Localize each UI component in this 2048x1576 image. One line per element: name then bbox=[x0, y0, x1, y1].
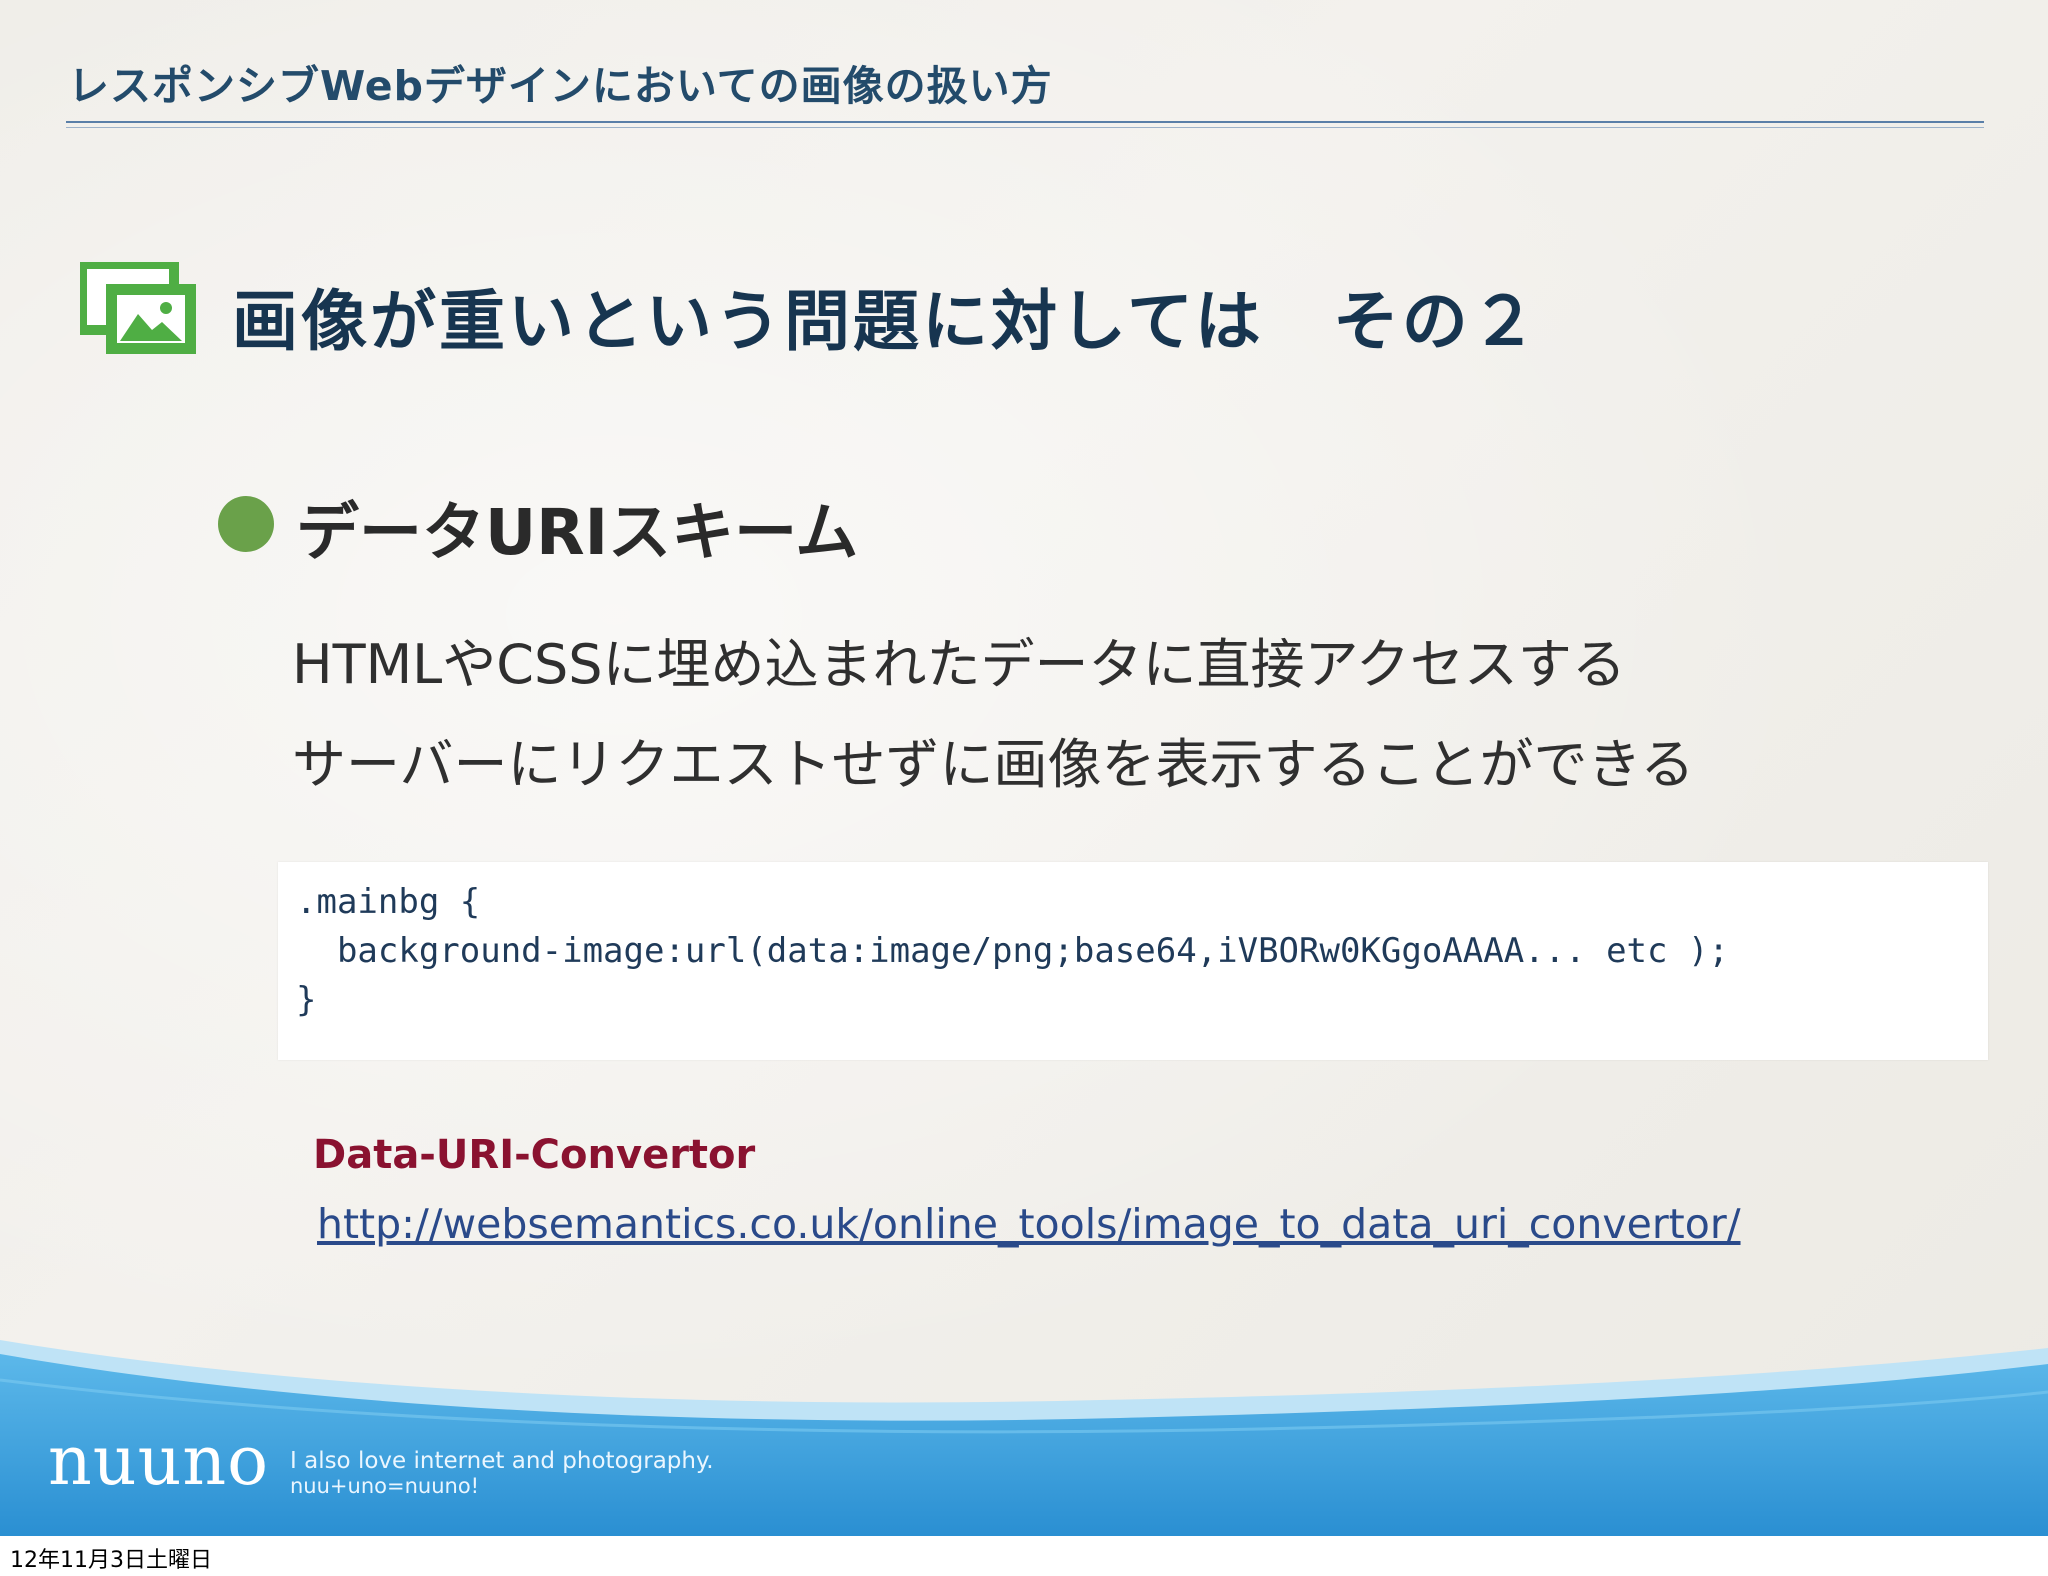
header-title: レスポンシブWebデザインにおいての画像の扱い方 bbox=[68, 62, 1053, 110]
image-gallery-icon bbox=[80, 262, 196, 354]
bullet-heading: データURIスキーム bbox=[296, 496, 859, 569]
body-text-line: HTMLやCSSに埋め込まれたデータに直接アクセスする bbox=[292, 633, 1626, 696]
brand-tagline: I also love internet and photography. bbox=[290, 1448, 714, 1474]
date-stamp: 12年11月3日土曜日 bbox=[10, 1548, 212, 1573]
code-block: .mainbg { background-image:url(data:imag… bbox=[278, 862, 1988, 1060]
slide: レスポンシブWebデザインにおいての画像の扱い方 画像が重いという問題に対しては… bbox=[0, 0, 2048, 1536]
brand-subtagline: nuu+uno=nuuno! bbox=[290, 1474, 480, 1498]
code-line: background-image:url(data:image/png;base… bbox=[296, 931, 1729, 971]
converter-link[interactable]: http://websemantics.co.uk/online_tools/i… bbox=[317, 1200, 1741, 1248]
link-title: Data-URI-Convertor bbox=[313, 1132, 756, 1178]
header-rule bbox=[66, 121, 1984, 123]
header-rule-thin bbox=[66, 127, 1984, 128]
slide-heading: 画像が重いという問題に対しては その２ bbox=[232, 283, 1540, 360]
body-text-line: サーバーにリクエストせずに画像を表示することができる bbox=[292, 733, 1695, 796]
code-line: } bbox=[296, 980, 317, 1020]
code-line: .mainbg { bbox=[296, 882, 481, 922]
footer-wave bbox=[0, 1340, 2048, 1536]
brand-logo: nuuno bbox=[48, 1422, 270, 1501]
bullet-dot-icon bbox=[218, 496, 274, 552]
